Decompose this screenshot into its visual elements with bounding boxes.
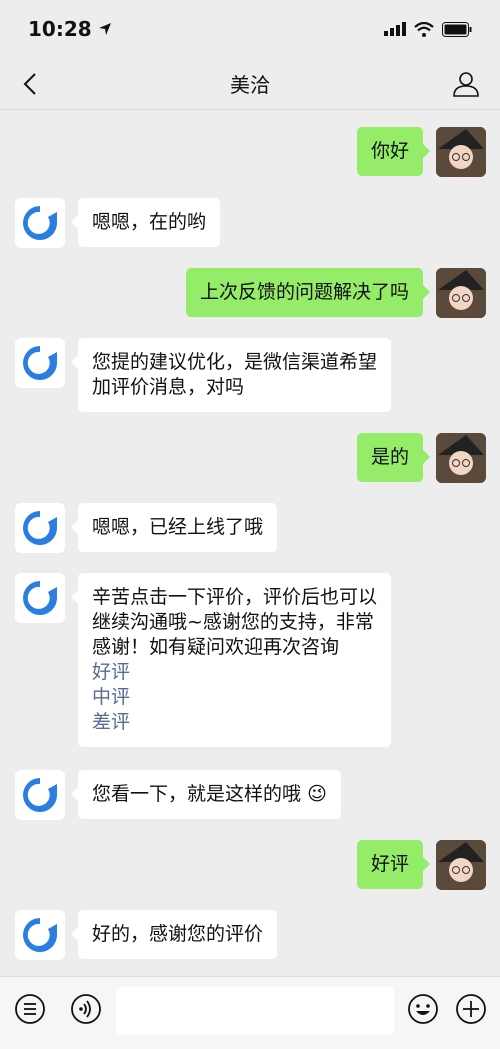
message-received: 您提的建议优化，是微信渠道希望 加评价消息，对吗 — [15, 338, 392, 412]
bot-avatar[interactable] — [15, 770, 65, 820]
profile-button[interactable] — [450, 68, 482, 100]
bot-avatar[interactable] — [15, 198, 65, 248]
bot-avatar[interactable] — [15, 503, 65, 553]
message-sent: 你好 — [356, 127, 486, 177]
message-bubble[interactable]: 您提的建议优化，是微信渠道希望 加评价消息，对吗 — [70, 338, 392, 412]
message-received: 嗯嗯，在的哟 — [15, 198, 221, 248]
message-received: 好的，感谢您的评价 — [15, 910, 278, 960]
user-avatar[interactable] — [436, 433, 486, 483]
bird-logo-icon — [23, 581, 57, 615]
wink-emoji: 😉 — [307, 783, 327, 805]
emoji-button[interactable] — [407, 993, 439, 1025]
location-arrow-icon — [98, 23, 111, 35]
bird-logo-icon — [23, 206, 57, 240]
message-bubble[interactable]: 是的 — [356, 433, 431, 482]
message-text: 您看一下，就是这样的哦 — [92, 783, 302, 805]
nav-bar: 美洽 — [0, 58, 500, 110]
bird-logo-icon — [23, 511, 57, 545]
status-time: 10:28 — [28, 17, 112, 41]
chat-title: 美洽 — [230, 73, 270, 97]
message-bubble[interactable]: 上次反馈的问题解决了吗 — [185, 268, 431, 317]
input-bar — [0, 976, 500, 1049]
message-line: 您提的建议优化，是微信渠道希望 — [92, 351, 378, 373]
status-indicators — [384, 21, 472, 37]
message-sent: 是的 — [356, 433, 486, 483]
message-bubble[interactable]: 好的，感谢您的评价 — [70, 910, 278, 959]
message-sent: 上次反馈的问题解决了吗 — [185, 268, 486, 318]
person-icon — [453, 72, 479, 97]
signal-icon — [384, 22, 406, 36]
voice-button[interactable] — [70, 993, 102, 1025]
message-received: 辛苦点击一下评价，评价后也可以 继续沟通哦~感谢您的支持，非常 感谢！如有疑问欢… — [15, 573, 392, 747]
menu-button[interactable] — [14, 993, 46, 1025]
user-avatar[interactable] — [436, 268, 486, 318]
rating-link-neutral[interactable]: 中评 — [92, 685, 377, 710]
list-icon — [15, 994, 45, 1024]
bot-avatar[interactable] — [15, 910, 65, 960]
message-line: 感谢！如有疑问欢迎再次咨询 — [92, 636, 340, 658]
plus-icon — [456, 994, 486, 1024]
voice-icon — [71, 994, 101, 1024]
message-line: 辛苦点击一下评价，评价后也可以 — [92, 586, 378, 608]
bot-avatar[interactable] — [15, 573, 65, 623]
status-bar: 10:28 — [0, 0, 500, 58]
message-bubble[interactable]: 辛苦点击一下评价，评价后也可以 继续沟通哦~感谢您的支持，非常 感谢！如有疑问欢… — [70, 573, 392, 747]
smiley-icon — [408, 994, 438, 1024]
chevron-left-icon — [23, 73, 36, 95]
more-button[interactable] — [455, 993, 487, 1025]
message-bubble[interactable]: 你好 — [356, 127, 431, 176]
bird-logo-icon — [23, 918, 57, 952]
wifi-icon — [414, 21, 434, 37]
rating-link-good[interactable]: 好评 — [92, 660, 377, 685]
message-line: 加评价消息，对吗 — [92, 376, 245, 398]
message-received: 嗯嗯，已经上线了哦 — [15, 503, 278, 553]
message-bubble[interactable]: 您看一下，就是这样的哦 😉 — [71, 770, 341, 819]
message-bubble[interactable]: 嗯嗯，已经上线了哦 — [70, 503, 278, 552]
user-avatar[interactable] — [436, 127, 486, 177]
chat-area[interactable]: 你好 嗯嗯，在的哟 上次反馈的问题解决了吗 您提的建议优化，是微信渠道希望 加评… — [0, 110, 500, 976]
message-bubble[interactable]: 嗯嗯，在的哟 — [70, 198, 221, 247]
message-bubble[interactable]: 好评 — [356, 840, 431, 889]
rating-link-bad[interactable]: 差评 — [92, 710, 377, 735]
message-line: 继续沟通哦~感谢您的支持，非常 — [92, 611, 374, 633]
message-received: 您看一下，就是这样的哦 😉 — [15, 770, 341, 820]
time-text: 10:28 — [28, 17, 92, 41]
message-sent: 好评 — [356, 840, 486, 890]
battery-icon — [442, 21, 472, 37]
bird-logo-icon — [23, 346, 57, 380]
user-avatar[interactable] — [436, 840, 486, 890]
message-input[interactable] — [116, 987, 394, 1035]
back-button[interactable] — [14, 68, 46, 100]
bird-logo-icon — [23, 778, 57, 812]
bot-avatar[interactable] — [15, 338, 65, 388]
